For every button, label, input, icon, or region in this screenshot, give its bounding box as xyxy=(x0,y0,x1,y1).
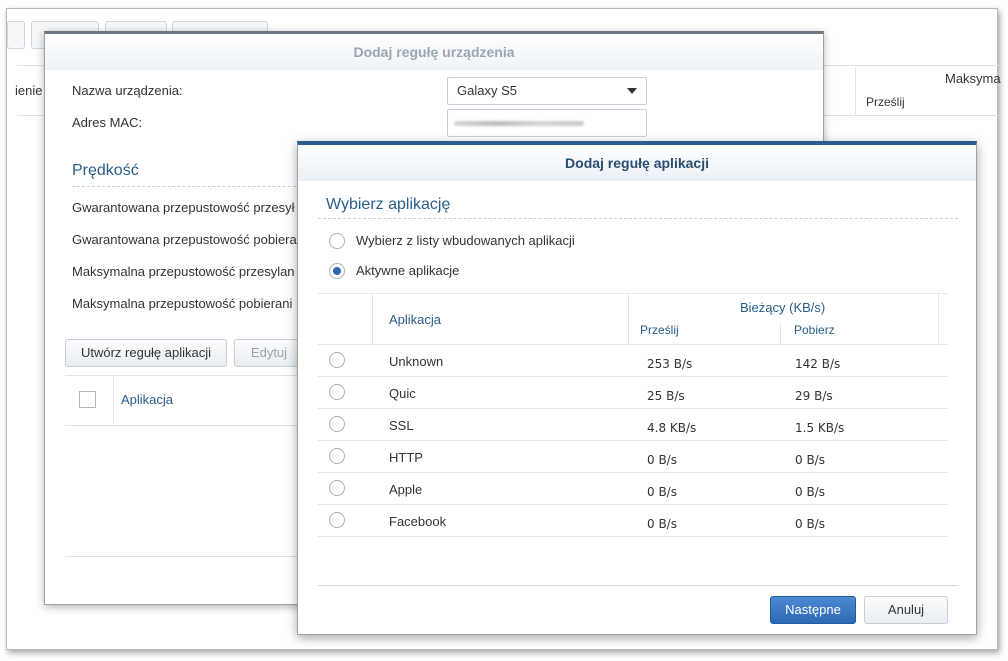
table-header-download: Pobierz xyxy=(794,323,835,337)
table-header-app: Aplikacja xyxy=(121,392,174,407)
speed-section-title: Prędkość xyxy=(72,162,139,179)
table-column-divider xyxy=(780,323,781,344)
row-download-value: 1.5 KB/s xyxy=(795,421,845,435)
table-divider xyxy=(65,375,305,376)
next-button[interactable]: Następne xyxy=(770,596,856,624)
background-tab[interactable] xyxy=(7,21,25,49)
mac-address-label: Adres MAC: xyxy=(72,115,143,130)
row-app-name: Apple xyxy=(389,482,423,497)
row-app-name: SSL xyxy=(389,418,414,433)
table-divider xyxy=(65,425,305,426)
table-row-line xyxy=(318,472,948,473)
table-row-line xyxy=(318,376,948,377)
row-download-value: 0 B/s xyxy=(795,485,825,499)
device-name-dropdown[interactable]: Galaxy S5 xyxy=(447,77,647,105)
table-row-line xyxy=(318,408,948,409)
device-name-label: Nazwa urządzenia: xyxy=(72,83,183,98)
row-radio-http[interactable] xyxy=(329,448,345,464)
table-column-divider xyxy=(372,294,373,344)
max-download-label: Maksymalna przepustowość pobierani xyxy=(72,296,293,311)
row-app-name: Unknown xyxy=(389,354,444,369)
row-radio-facebook[interactable] xyxy=(329,512,345,528)
background-column-header: ienie xyxy=(15,83,43,98)
row-upload-value: 4.8 KB/s xyxy=(647,421,697,435)
row-upload-value: 25 B/s xyxy=(647,389,685,403)
background-column-max: Maksyma xyxy=(945,71,1001,86)
row-download-value: 29 B/s xyxy=(795,389,833,403)
row-app-name: Facebook xyxy=(389,514,447,529)
app-rule-dialog: Dodaj regułę aplikacji Wybierz aplikację… xyxy=(297,141,977,635)
radio-builtin-apps-label: Wybierz z listy wbudowanych aplikacji xyxy=(356,233,575,248)
radio-active-apps-label: Aktywne aplikacje xyxy=(356,263,460,278)
max-upload-label: Maksymalna przepustowość przesylan xyxy=(72,264,295,279)
table-column-divider xyxy=(628,294,629,344)
table-column-divider xyxy=(938,294,939,344)
table-top-line xyxy=(318,293,948,294)
radio-builtin-apps[interactable] xyxy=(329,233,345,249)
row-upload-value: 0 B/s xyxy=(647,453,677,467)
table-row-line xyxy=(318,440,948,441)
table-header-current: Bieżący (KB/s) xyxy=(740,300,826,315)
select-all-checkbox[interactable] xyxy=(79,391,96,408)
table-column-divider xyxy=(113,376,114,424)
table-header-line xyxy=(318,344,948,345)
section-divider xyxy=(318,218,958,219)
row-app-name: HTTP xyxy=(389,450,423,465)
row-download-value: 142 B/s xyxy=(795,357,841,371)
row-radio-apple[interactable] xyxy=(329,480,345,496)
cancel-button[interactable]: Anuluj xyxy=(864,596,948,624)
choose-app-section-title: Wybierz aplikację xyxy=(326,196,451,213)
create-app-rule-button[interactable]: Utwórz regułę aplikacji xyxy=(65,339,227,367)
table-row-line xyxy=(318,504,948,505)
blurred-mac-value xyxy=(454,121,584,126)
device-dialog-title: Dodaj regułę urządzenia xyxy=(45,34,823,70)
background-divider xyxy=(855,67,856,115)
table-row-line xyxy=(318,536,948,537)
edit-button[interactable]: Edytuj xyxy=(234,339,304,367)
table-header-app: Aplikacja xyxy=(389,312,442,327)
guaranteed-upload-label: Gwarantowana przepustowość przesył xyxy=(72,200,295,215)
chevron-down-icon xyxy=(627,88,637,94)
row-radio-unknown[interactable] xyxy=(329,352,345,368)
radio-active-apps[interactable] xyxy=(329,263,345,279)
device-name-value: Galaxy S5 xyxy=(457,83,517,98)
row-upload-value: 0 B/s xyxy=(647,485,677,499)
row-upload-value: 0 B/s xyxy=(647,517,677,531)
guaranteed-download-label: Gwarantowana przepustowość pobiera xyxy=(72,232,297,247)
background-column-send: Prześlij xyxy=(866,95,905,109)
row-download-value: 0 B/s xyxy=(795,517,825,531)
mac-address-field[interactable] xyxy=(447,109,647,137)
table-bottom-divider xyxy=(65,556,305,557)
table-header-upload: Prześlij xyxy=(640,323,679,337)
row-app-name: Quic xyxy=(389,386,416,401)
row-radio-quic[interactable] xyxy=(329,384,345,400)
row-radio-ssl[interactable] xyxy=(329,416,345,432)
app-dialog-title: Dodaj regułę aplikacji xyxy=(298,145,976,181)
row-upload-value: 253 B/s xyxy=(647,357,693,371)
row-download-value: 0 B/s xyxy=(795,453,825,467)
footer-divider xyxy=(318,585,958,586)
